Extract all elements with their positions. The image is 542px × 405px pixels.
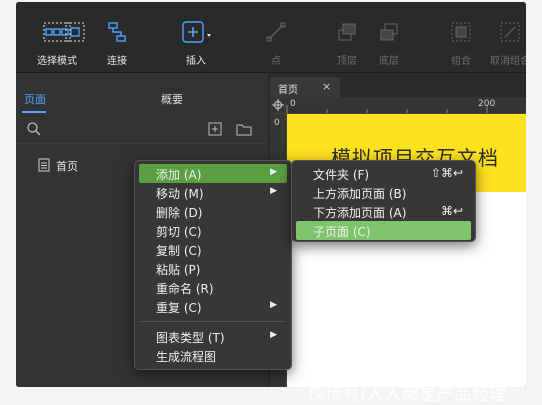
submenu-item-add-page-above[interactable]: 上方添加页面 (B): [296, 183, 471, 202]
submenu-item-child-page[interactable]: 子页面 (C): [296, 221, 471, 240]
group-label: 组合: [451, 56, 471, 67]
add-page-icon[interactable]: [208, 122, 222, 139]
submenu-arrow-icon: ▶: [270, 186, 277, 196]
submenu-arrow-icon: ▶: [270, 330, 277, 340]
top-layer-label: 顶层: [337, 56, 357, 67]
menu-item-delete-label: 删除 (D): [156, 206, 203, 220]
menu-item-add[interactable]: 添加 (A) ▶: [139, 164, 287, 183]
group-tool[interactable]: 组合: [446, 20, 476, 68]
menu-item-duplicate-label: 重复 (C): [156, 301, 202, 315]
menu-separator: [141, 321, 285, 322]
connect-label: 连接: [107, 56, 127, 67]
context-menu: 添加 (A) ▶ 移动 (M) ▶ 删除 (D) 剪切 (C) 复制 (C) 粘…: [134, 160, 292, 370]
bring-to-front-icon: [332, 20, 362, 44]
close-icon[interactable]: ×: [322, 80, 331, 93]
menu-item-move-label: 移动 (M): [156, 187, 204, 201]
menu-item-paste-label: 粘贴 (P): [156, 263, 201, 277]
bottom-layer-label: 底层: [379, 56, 399, 67]
ungroup-tool[interactable]: 取消组合: [488, 20, 526, 68]
connect-tool[interactable]: 连接: [100, 20, 134, 68]
menu-item-cut[interactable]: 剪切 (C): [139, 221, 287, 240]
document-tab-home[interactable]: 首页 ×: [270, 77, 340, 97]
menu-item-generate-flowchart[interactable]: 生成流程图: [139, 346, 287, 365]
menu-item-diagram-type[interactable]: 图表类型 (T) ▶: [139, 327, 287, 346]
shortcut-label: ⇧⌘↩: [430, 166, 463, 180]
menu-item-move[interactable]: 移动 (M) ▶: [139, 183, 287, 202]
menu-item-generate-flowchart-label: 生成流程图: [156, 350, 217, 364]
menu-item-rename[interactable]: 重命名 (R): [139, 278, 287, 297]
point-tool[interactable]: 点: [261, 20, 291, 68]
menu-item-add-label: 添加 (A): [156, 168, 202, 182]
page-canvas[interactable]: 模拟项目交互文档: [287, 114, 526, 387]
submenu-item-folder[interactable]: 文件夹 (F) ⇧⌘↩: [296, 164, 471, 183]
search-icon[interactable]: [26, 121, 42, 140]
menu-item-diagram-type-label: 图表类型 (T): [156, 331, 225, 345]
toolbar: 选择模式 连接 插入 点 顶层 底层 组合 取消组合: [16, 2, 526, 73]
submenu-item-add-page-above-label: 上方添加页面 (B): [313, 187, 407, 201]
ungroup-icon: [488, 20, 526, 44]
tab-overview[interactable]: 概要: [161, 91, 183, 107]
select-area-tool[interactable]: [58, 20, 92, 68]
select-area-icon: [58, 20, 92, 44]
menu-item-rename-label: 重命名 (R): [156, 282, 214, 296]
ruler-h-label-0: 0: [290, 99, 296, 109]
ungroup-label: 取消组合: [490, 56, 526, 67]
page-item-label: 首页: [56, 160, 78, 173]
submenu-item-add-page-below[interactable]: 下方添加页面 (A) ⌘↩: [296, 202, 471, 221]
submenu-item-folder-label: 文件夹 (F): [313, 168, 370, 182]
active-tab-indicator: [22, 111, 46, 113]
panel-toolbar: [16, 115, 268, 144]
point-icon: [261, 20, 291, 44]
horizontal-ruler: 0 200: [270, 97, 526, 114]
insert-icon: [176, 20, 216, 44]
submenu-arrow-icon: ▶: [270, 300, 277, 310]
watermark: 快传号/人人都是产品经理: [308, 385, 507, 405]
menu-item-cut-label: 剪切 (C): [156, 225, 202, 239]
menu-item-copy[interactable]: 复制 (C): [139, 240, 287, 259]
submenu-item-add-page-below-label: 下方添加页面 (A): [313, 206, 407, 220]
ruler-v-label-0: 0: [274, 118, 280, 128]
group-icon: [446, 20, 476, 44]
point-label: 点: [271, 56, 281, 67]
page-icon: [38, 158, 50, 175]
menu-item-copy-label: 复制 (C): [156, 244, 202, 258]
send-to-back-icon: [374, 20, 404, 44]
add-folder-icon[interactable]: [236, 122, 252, 139]
insert-tool[interactable]: 插入: [176, 20, 216, 68]
top-layer-tool[interactable]: 顶层: [332, 20, 362, 68]
menu-item-duplicate[interactable]: 重复 (C) ▶: [139, 297, 287, 316]
shortcut-label: ⌘↩: [440, 204, 463, 218]
connect-icon: [100, 20, 134, 44]
add-submenu: 文件夹 (F) ⇧⌘↩ 上方添加页面 (B) 下方添加页面 (A) ⌘↩ 子页面…: [291, 160, 476, 242]
bottom-layer-tool[interactable]: 底层: [374, 20, 404, 68]
submenu-item-child-page-label: 子页面 (C): [313, 225, 371, 239]
menu-item-paste[interactable]: 粘贴 (P): [139, 259, 287, 278]
ruler-h-label-200: 200: [478, 99, 496, 109]
tab-pages[interactable]: 页面: [24, 91, 46, 107]
submenu-arrow-icon: ▶: [270, 167, 277, 177]
document-tab-label: 首页: [278, 85, 298, 96]
menu-item-delete[interactable]: 删除 (D): [139, 202, 287, 221]
insert-label: 插入: [186, 56, 206, 67]
